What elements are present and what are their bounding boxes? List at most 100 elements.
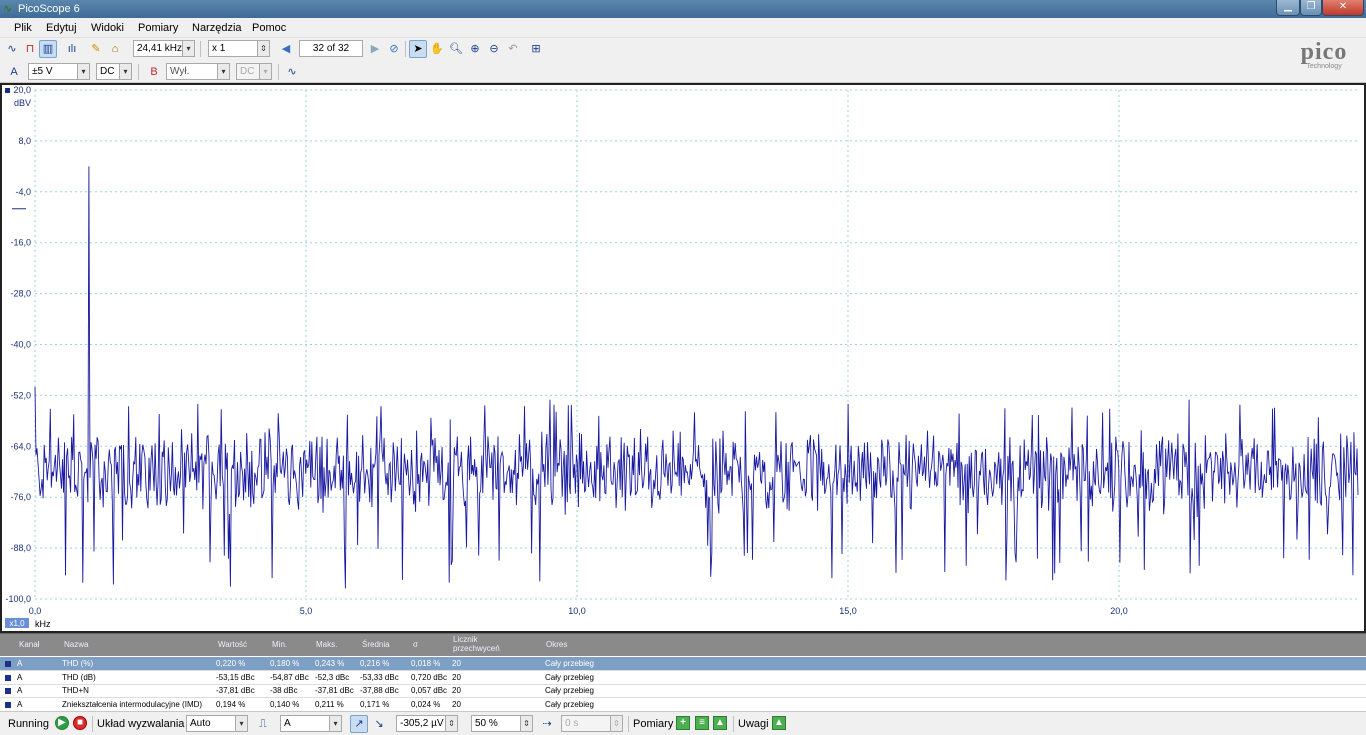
pico-technology-logo: pico Technology [1284, 38, 1364, 82]
notes-toggle-button[interactable]: ▲ [772, 716, 786, 730]
col-header-wartosc[interactable]: Wartość [218, 640, 247, 649]
col-header-kanal[interactable]: Kanał [19, 640, 39, 649]
frequency-range-field[interactable]: 24,41 kHz [133, 40, 183, 57]
table-row[interactable]: A THD (dB) -53,15 dBc -54,87 dBc -52,3 dBc -5… [0, 671, 1366, 685]
hand-pan-icon[interactable]: ✋ [428, 40, 446, 58]
trigger-mode-field[interactable]: Auto [186, 715, 236, 732]
pretrigger-spinner[interactable]: ⇕ [520, 715, 533, 732]
zoom-overview-icon[interactable]: ⊞ [527, 40, 545, 58]
spectrum-mode-icon[interactable]: ▥ [39, 40, 57, 58]
buffer-position-field[interactable]: 32 of 32 [299, 40, 363, 57]
close-button[interactable]: ✕ [1322, 0, 1364, 16]
channel-b-coupling-dropdown: ▾ [259, 63, 272, 80]
y-tick-label: -52,0 [10, 390, 31, 400]
zoom-spinner[interactable]: ⇕ [257, 40, 270, 57]
x-tick-label: 0,0 [29, 606, 42, 616]
trigger-edge-icon[interactable]: ⎍ [254, 715, 272, 733]
channel-a-coupling-dropdown[interactable]: ▾ [119, 63, 132, 80]
table-cell: Zniekształcenia intermodulacyjne (IMD) [62, 699, 203, 709]
channel-color-swatch [5, 674, 11, 681]
channel-b-options-button[interactable]: B [143, 63, 165, 81]
trigger-delay-icon[interactable]: ⇢ [538, 715, 556, 733]
trigger-delay-spinner: ⇕ [610, 715, 623, 732]
trigger-threshold-field[interactable]: -305,2 µV [396, 715, 446, 732]
frequency-dropdown[interactable]: ▾ [182, 40, 195, 57]
table-row[interactable]: A THD+N -37,81 dBc -38 dBc -37,81 dBc -37,88 … [0, 684, 1366, 698]
x-tick-label: 15,0 [839, 606, 857, 616]
delete-measurement-button[interactable]: ▲ [713, 716, 727, 730]
minimize-button[interactable]: ▁ [1276, 0, 1300, 16]
start-button[interactable]: ▶ [55, 716, 69, 730]
signal-generator-icon[interactable]: ∿ [283, 63, 301, 81]
table-row[interactable]: A Zniekształcenia intermodulacyjne (IMD) 0… [0, 698, 1366, 712]
undo-zoom-icon[interactable]: ↶ [504, 40, 522, 58]
col-header-srednia[interactable]: Średnia [362, 640, 390, 649]
table-cell: -52,3 dBc [315, 672, 350, 682]
channel-b-range-field[interactable]: Wył. [166, 63, 218, 80]
menu-widoki[interactable]: Widoki [91, 22, 124, 34]
measurements-header: Kanał Nazwa Wartość Min. Maks. Średnia σ… [0, 634, 1366, 656]
next-buffer-icon[interactable]: ▶ [366, 40, 384, 58]
table-cell: -54,87 dBc [270, 672, 309, 682]
table-cell: -38 dBc [270, 686, 298, 695]
table-cell: 20 [452, 699, 461, 709]
trigger-channel-field[interactable]: A [280, 715, 330, 732]
trigger-channel-dropdown[interactable]: ▾ [329, 715, 342, 732]
scope-mode-icon[interactable]: ∿ [3, 40, 21, 58]
add-view-icon[interactable]: ılı [63, 40, 81, 58]
zoom-select-icon[interactable]: 🔍︎ [447, 40, 465, 58]
separator [92, 716, 93, 732]
probe-icon[interactable]: ✎ [87, 40, 105, 58]
separator [138, 64, 139, 80]
col-header-min[interactable]: Min. [272, 640, 287, 649]
picoscope-app-icon: ∿ [3, 3, 13, 15]
spectrum-plot[interactable]: 20,0 8,0 -4,0 -16,0 -28,0 -40,0 -52,0 -64,0 -76,… [2, 85, 1364, 631]
channel-a-range-dropdown[interactable]: ▾ [77, 63, 90, 80]
col-header-okres[interactable]: Okres [546, 640, 567, 649]
stop-button[interactable]: ■ [73, 716, 87, 730]
zoom-in-icon[interactable]: ⊕ [466, 40, 484, 58]
table-cell: 20 [452, 672, 461, 682]
col-header-licznik[interactable]: Licznik przechwyceń [453, 635, 523, 653]
table-cell: 0,194 % [216, 699, 246, 709]
trigger-mode-dropdown[interactable]: ▾ [235, 715, 248, 732]
edit-measurement-button[interactable]: ≡ [695, 716, 709, 730]
zoom-out-icon[interactable]: ⊖ [485, 40, 503, 58]
y-tick-label: -40,0 [10, 340, 31, 350]
table-row[interactable]: A THD (%) 0,220 % 0,180 % 0,243 % 0,216 % 0,01… [0, 657, 1366, 671]
channel-a-range-field[interactable]: ±5 V [28, 63, 78, 80]
col-header-maks[interactable]: Maks. [316, 640, 337, 649]
table-cell: -53,33 dBc [360, 672, 399, 682]
col-header-nazwa[interactable]: Nazwa [64, 640, 88, 649]
table-cell: 0,140 % [270, 699, 300, 709]
persistence-mode-icon[interactable]: ⊓ [21, 40, 39, 58]
pretrigger-field[interactable]: 50 % [471, 715, 521, 732]
maximize-button[interactable]: ❐ [1300, 0, 1322, 16]
threshold-spinner[interactable]: ⇕ [445, 715, 458, 732]
previous-buffer-icon[interactable]: ◀ [277, 40, 295, 58]
channel-a-options-button[interactable]: A [3, 63, 25, 81]
menu-plik[interactable]: Plik [14, 22, 32, 34]
menu-narzedzia[interactable]: Narzędzia [192, 22, 242, 34]
table-cell: 0,180 % [270, 659, 300, 668]
channel-b-range-dropdown[interactable]: ▾ [217, 63, 230, 80]
table-cell: 0,211 % [315, 699, 344, 709]
spectrum-view[interactable]: 20,0 8,0 -4,0 -16,0 -28,0 -40,0 -52,0 -64,0 -76,… [0, 83, 1366, 633]
buffer-navigator-icon[interactable]: ⊘ [385, 40, 403, 58]
menu-pomiary[interactable]: Pomiary [138, 22, 178, 34]
zoom-field[interactable]: x 1 [208, 40, 258, 57]
table-cell: A [17, 659, 23, 668]
col-header-sigma[interactable]: σ [413, 640, 418, 649]
add-measurement-button[interactable]: + [676, 716, 690, 730]
falling-edge-icon[interactable]: ↘ [370, 715, 388, 733]
status-bar: Running ▶ ■ Układ wyzwalania Auto ▾ ⎍ A … [0, 711, 1366, 735]
home-icon[interactable]: ⌂ [106, 40, 124, 58]
menu-pomoc[interactable]: Pomoc [252, 22, 286, 34]
rising-edge-icon[interactable]: ↗ [350, 715, 368, 733]
menu-edytuj[interactable]: Edytuj [46, 22, 77, 34]
window-title: PicoScope 6 [18, 3, 80, 15]
y-unit-label: dBV [14, 98, 31, 108]
select-pointer-icon[interactable]: ➤ [409, 40, 427, 58]
table-cell: 0,243 % [315, 659, 345, 668]
channel-a-coupling-field[interactable]: DC [96, 63, 120, 80]
